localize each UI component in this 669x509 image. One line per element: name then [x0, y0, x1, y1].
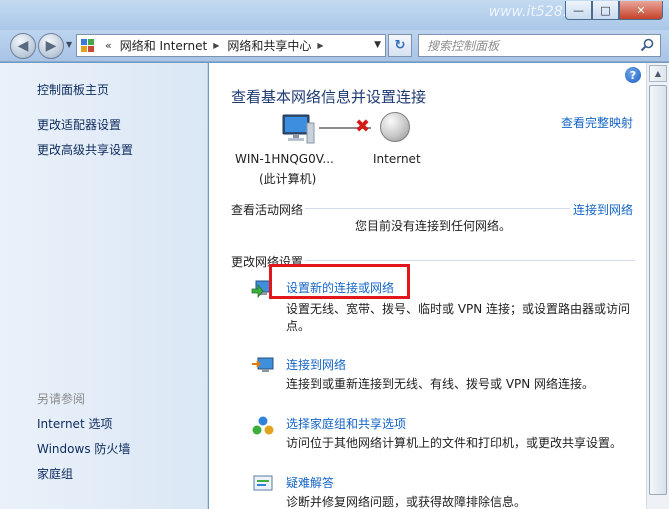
navigation-bar: ◀ ▶ ▼ « 网络和 Internet ▶ 网络和共享中心 ▶ ▼ ↻ — [0, 30, 669, 62]
sidebar-item-windows-firewall[interactable]: Windows 防火墙 — [37, 440, 130, 457]
main-content: ? 查看基本网络信息并设置连接 查看完整映射 ✖ WIN-1HNQG0V... … — [209, 63, 646, 509]
sidebar-item-advanced-sharing-settings[interactable]: 更改高级共享设置 — [37, 141, 133, 158]
computer-sublabel: (此计算机) — [259, 172, 317, 186]
scroll-up-arrow-icon[interactable]: ▲ — [649, 65, 667, 82]
search-icon[interactable] — [640, 38, 654, 52]
window-controls: — □ ✕ — [565, 1, 663, 20]
breadcrumb-separator-icon[interactable]: ▶ — [213, 41, 219, 50]
back-button[interactable]: ◀ — [10, 33, 36, 59]
homegroup-sharing-link[interactable]: 选择家庭组和共享选项 — [286, 415, 406, 432]
vertical-scrollbar[interactable]: ▲ — [646, 63, 669, 509]
sidebar: 控制面板主页 更改适配器设置 更改高级共享设置 另请参阅 Internet 选项… — [0, 63, 208, 509]
no-network-status: 您目前没有连接到任何网络。 — [355, 219, 512, 233]
divider — [305, 208, 570, 209]
connect-network-icon[interactable] — [251, 355, 275, 377]
scroll-thumb[interactable] — [649, 85, 667, 495]
highlight-annotation — [269, 264, 410, 299]
minimize-button[interactable]: — — [565, 1, 592, 20]
breadcrumb-overflow[interactable]: « — [105, 39, 112, 52]
forward-arrow-icon: ▶ — [45, 38, 57, 54]
sidebar-item-control-panel-home[interactable]: 控制面板主页 — [37, 81, 109, 98]
refresh-icon: ↻ — [394, 38, 406, 53]
search-input[interactable] — [427, 38, 627, 53]
internet-globe-icon[interactable] — [380, 112, 410, 142]
see-also-heading: 另请参阅 — [37, 392, 86, 406]
homegroup-icon[interactable] — [251, 415, 275, 437]
active-networks-heading: 查看活动网络 — [231, 203, 304, 217]
sidebar-item-homegroup[interactable]: 家庭组 — [37, 465, 73, 482]
recent-pages-dropdown[interactable]: ▼ — [66, 40, 72, 49]
computer-icon[interactable] — [281, 113, 315, 145]
sidebar-item-change-adapter-settings[interactable]: 更改适配器设置 — [37, 116, 121, 133]
connect-to-network-description: 连接到或重新连接到无线、有线、拨号或 VPN 网络连接。 — [286, 377, 595, 391]
help-icon[interactable]: ? — [625, 67, 641, 83]
search-box[interactable] — [418, 34, 661, 57]
title-bar: www.it528.com — □ ✕ — [0, 0, 669, 30]
breadcrumb-network-sharing-center[interactable]: 网络和共享中心 — [227, 37, 311, 54]
maximize-button[interactable]: □ — [592, 1, 619, 20]
disconnected-x-icon[interactable]: ✖ — [355, 116, 370, 137]
sidebar-item-internet-options[interactable]: Internet 选项 — [37, 415, 112, 432]
setup-new-connection-description: 设置无线、宽带、拨号、临时或 VPN 连接；或设置路由器或访问点。 — [286, 302, 631, 333]
connect-to-network-link[interactable]: 连接到网络 — [573, 201, 633, 218]
forward-button[interactable]: ▶ — [38, 33, 64, 59]
close-button[interactable]: ✕ — [619, 1, 663, 20]
control-panel-icon — [81, 38, 99, 53]
homegroup-sharing-description: 访问位于其他网络计算机上的文件和打印机，或更改共享设置。 — [286, 436, 623, 450]
connect-to-network-task-link[interactable]: 连接到网络 — [286, 356, 346, 373]
troubleshoot-icon[interactable] — [251, 473, 275, 495]
refresh-button[interactable]: ↻ — [388, 34, 412, 57]
breadcrumb-separator-icon[interactable]: ▶ — [317, 41, 323, 50]
back-arrow-icon: ◀ — [17, 38, 29, 54]
computer-name: WIN-1HNQG0V... — [235, 152, 334, 166]
address-dropdown-icon[interactable]: ▼ — [374, 40, 381, 50]
troubleshoot-description: 诊断并修复网络问题，或获得故障排除信息。 — [286, 495, 527, 509]
troubleshoot-link[interactable]: 疑难解答 — [286, 474, 334, 491]
breadcrumb-network-internet[interactable]: 网络和 Internet — [120, 37, 207, 54]
page-title: 查看基本网络信息并设置连接 — [231, 88, 427, 106]
internet-label: Internet — [373, 152, 421, 166]
divider — [305, 260, 635, 261]
see-full-map-link[interactable]: 查看完整映射 — [561, 114, 633, 131]
address-bar[interactable]: « 网络和 Internet ▶ 网络和共享中心 ▶ ▼ — [76, 34, 386, 57]
